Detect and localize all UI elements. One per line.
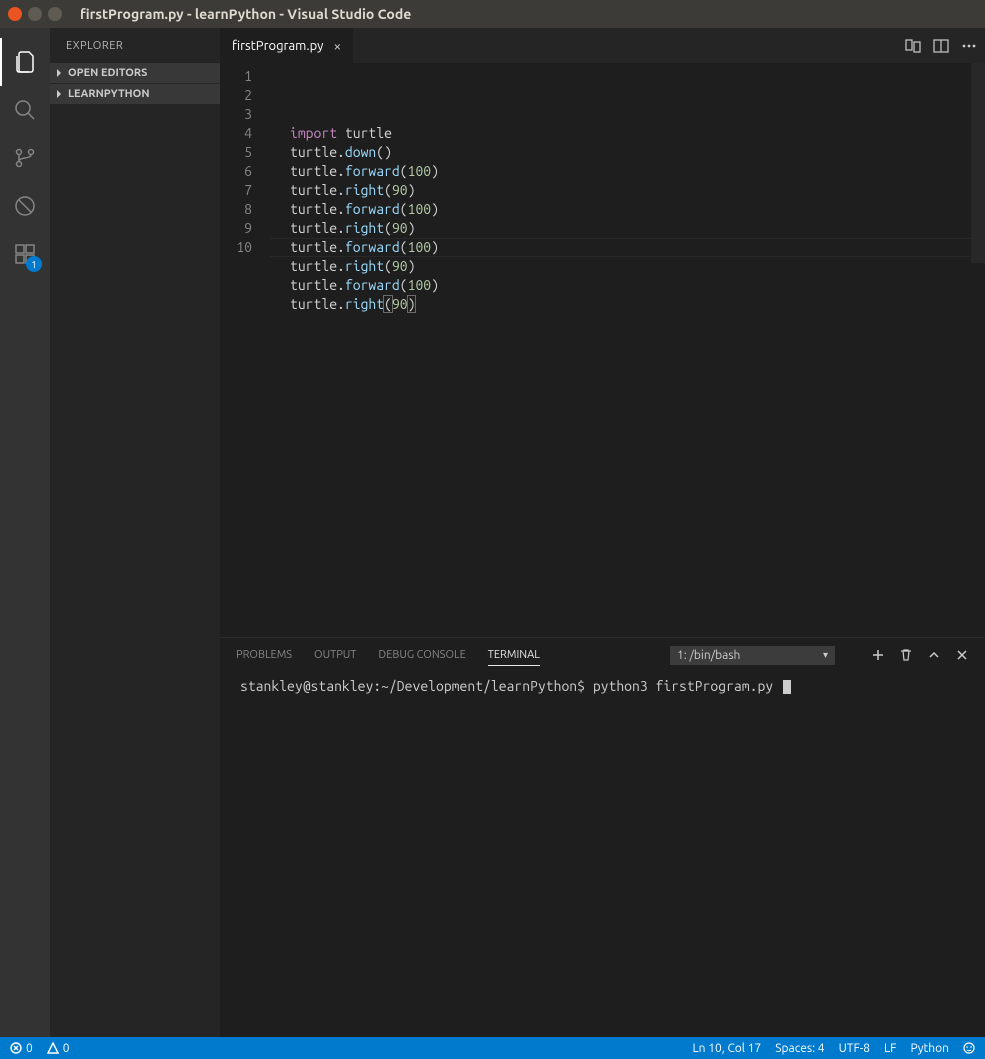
- panel-tab-output[interactable]: OUTPUT: [314, 649, 356, 661]
- terminal-cursor: [783, 680, 791, 694]
- status-warnings-count: 0: [63, 1042, 70, 1055]
- activity-debug[interactable]: [0, 182, 50, 230]
- editor-actions: [905, 28, 985, 63]
- more-icon[interactable]: [961, 38, 977, 54]
- editor-tab-label: firstProgram.py: [232, 39, 323, 53]
- section-workspace[interactable]: LEARNPYTHON: [50, 84, 220, 104]
- panel-tab-terminal[interactable]: TERMINAL: [488, 649, 540, 666]
- sidebar-explorer: EXPLORER OPEN EDITORS LEARNPYTHON: [50, 28, 220, 1037]
- line-gutter: 12345678910: [220, 63, 270, 637]
- activity-extensions[interactable]: 1: [0, 230, 50, 278]
- panel-tabs: PROBLEMS OUTPUT DEBUG CONSOLE TERMINAL 1…: [220, 638, 985, 672]
- status-feedback[interactable]: [963, 1042, 975, 1054]
- status-errors[interactable]: 0: [10, 1042, 33, 1055]
- panel-tab-problems[interactable]: PROBLEMS: [236, 649, 292, 661]
- activity-bar: 1: [0, 28, 50, 1037]
- status-errors-count: 0: [26, 1042, 33, 1055]
- status-spaces[interactable]: Spaces: 4: [775, 1042, 824, 1055]
- extensions-badge: 1: [26, 256, 42, 272]
- minimap[interactable]: [971, 63, 985, 637]
- close-icon[interactable]: ×: [333, 38, 341, 54]
- terminal-prompt: stankley@stankley:~/Development/learnPyt…: [240, 678, 585, 694]
- warning-icon: [47, 1042, 59, 1054]
- window-maximize-button[interactable]: [48, 7, 62, 21]
- window-titlebar: firstProgram.py - learnPython - Visual S…: [0, 0, 985, 28]
- status-eol[interactable]: LF: [884, 1042, 896, 1055]
- chevron-up-icon[interactable]: [927, 648, 941, 662]
- section-workspace-label: LEARNPYTHON: [68, 88, 150, 100]
- panel-tab-debug-console[interactable]: DEBUG CONSOLE: [378, 649, 465, 661]
- minimap-slider[interactable]: [971, 63, 985, 263]
- sidebar-title: EXPLORER: [50, 28, 220, 63]
- compare-icon[interactable]: [905, 38, 921, 54]
- terminal-command: python3 firstProgram.py: [593, 678, 773, 694]
- section-open-editors-label: OPEN EDITORS: [68, 67, 147, 79]
- search-icon: [13, 98, 37, 122]
- section-open-editors[interactable]: OPEN EDITORS: [50, 63, 220, 83]
- status-bar: 0 0 Ln 10, Col 17 Spaces: 4 UTF-8 LF Pyt…: [0, 1037, 985, 1059]
- plus-icon[interactable]: [871, 648, 885, 662]
- activity-search[interactable]: [0, 86, 50, 134]
- editor-tabbar: firstProgram.py ×: [220, 28, 985, 63]
- status-encoding[interactable]: UTF-8: [839, 1042, 870, 1055]
- window-title: firstProgram.py - learnPython - Visual S…: [80, 6, 411, 22]
- split-editor-icon[interactable]: [933, 38, 949, 54]
- trash-icon[interactable]: [899, 648, 913, 662]
- editor-area: firstProgram.py × 12345678910 import tur…: [220, 28, 985, 1037]
- activity-source-control[interactable]: [0, 134, 50, 182]
- git-branch-icon: [13, 146, 37, 170]
- terminal-selector[interactable]: 1: /bin/bash: [670, 646, 835, 665]
- error-icon: [10, 1042, 22, 1054]
- status-ln-col[interactable]: Ln 10, Col 17: [693, 1042, 762, 1055]
- bottom-panel: PROBLEMS OUTPUT DEBUG CONSOLE TERMINAL 1…: [220, 637, 985, 1037]
- status-warnings[interactable]: 0: [47, 1042, 70, 1055]
- code-content[interactable]: import turtleturtle.down()turtle.forward…: [270, 63, 971, 637]
- chevron-right-icon: [54, 68, 64, 78]
- window-minimize-button[interactable]: [28, 7, 42, 21]
- code-editor[interactable]: 12345678910 import turtleturtle.down()tu…: [220, 63, 985, 637]
- activity-explorer[interactable]: [0, 38, 50, 86]
- bug-ban-icon: [13, 194, 37, 218]
- smiley-icon: [963, 1042, 975, 1054]
- files-icon: [13, 50, 37, 74]
- terminal[interactable]: stankley@stankley:~/Development/learnPyt…: [220, 672, 985, 1037]
- close-icon[interactable]: [955, 648, 969, 662]
- window-close-button[interactable]: [8, 7, 22, 21]
- status-language[interactable]: Python: [910, 1042, 949, 1055]
- editor-tab-active[interactable]: firstProgram.py ×: [220, 28, 354, 63]
- chevron-right-icon: [54, 89, 64, 99]
